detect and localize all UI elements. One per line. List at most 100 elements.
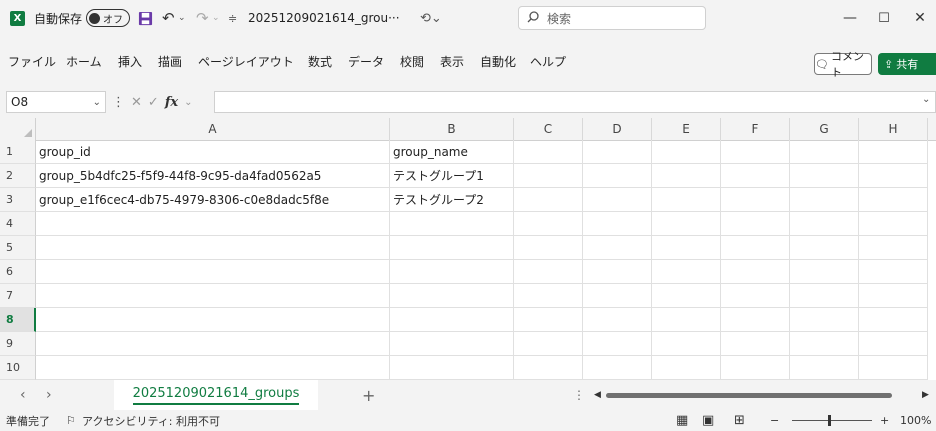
cell-b2[interactable]: テストグループ1 — [390, 164, 514, 188]
column-header-f[interactable]: F — [721, 118, 790, 140]
column-header-d[interactable]: D — [583, 118, 652, 140]
cell-f10[interactable] — [721, 356, 790, 380]
more-options-icon[interactable]: ⋮ — [112, 95, 125, 110]
cell-c8[interactable] — [514, 308, 583, 332]
cell-g1[interactable] — [790, 140, 859, 164]
cell-e5[interactable] — [652, 236, 721, 260]
cell-h4[interactable] — [859, 212, 928, 236]
cell-c10[interactable] — [514, 356, 583, 380]
cell-d6[interactable] — [583, 260, 652, 284]
row-header[interactable]: 7 — [0, 284, 36, 308]
row-header[interactable]: 2 — [0, 164, 36, 188]
zoom-slider-knob[interactable] — [828, 415, 831, 426]
cell-f4[interactable] — [721, 212, 790, 236]
cell-g5[interactable] — [790, 236, 859, 260]
name-box[interactable]: O8 ⌄ — [6, 91, 106, 113]
tab-review[interactable]: 校閲 — [400, 36, 424, 86]
cell-a9[interactable] — [36, 332, 390, 356]
tab-view[interactable]: 表示 — [440, 36, 464, 86]
cell-c6[interactable] — [514, 260, 583, 284]
autosave-toggle[interactable]: オフ — [86, 0, 130, 36]
scroll-right-icon[interactable]: ▶ — [922, 380, 929, 410]
cell-c2[interactable] — [514, 164, 583, 188]
zoom-out-button[interactable]: − — [770, 410, 779, 431]
page-layout-view-icon[interactable]: ▣ — [702, 410, 714, 431]
cell-b7[interactable] — [390, 284, 514, 308]
sheet-next-icon[interactable]: › — [46, 380, 52, 410]
cell-c1[interactable] — [514, 140, 583, 164]
row-header[interactable]: 9 — [0, 332, 36, 356]
cell-c3[interactable] — [514, 188, 583, 212]
cell-e7[interactable] — [652, 284, 721, 308]
select-all-corner[interactable] — [0, 118, 36, 140]
cell-e2[interactable] — [652, 164, 721, 188]
cell-f5[interactable] — [721, 236, 790, 260]
cell-a1[interactable]: group_id — [36, 140, 390, 164]
zoom-level[interactable]: 100% — [900, 410, 931, 431]
cell-g4[interactable] — [790, 212, 859, 236]
save-icon[interactable] — [138, 0, 153, 36]
cell-b1[interactable]: group_name — [390, 140, 514, 164]
cell-e4[interactable] — [652, 212, 721, 236]
cell-g8[interactable] — [790, 308, 859, 332]
cell-h5[interactable] — [859, 236, 928, 260]
insert-function-icon[interactable]: fx — [165, 95, 178, 110]
redo-dropdown-icon[interactable]: ⌄ — [212, 0, 220, 36]
cancel-icon[interactable]: ✕ — [131, 95, 142, 110]
cell-a4[interactable] — [36, 212, 390, 236]
cell-h8[interactable] — [859, 308, 928, 332]
enter-icon[interactable]: ✓ — [148, 95, 159, 110]
share-button[interactable]: ⇪ 共有 — [878, 53, 936, 75]
cell-e8[interactable] — [652, 308, 721, 332]
cell-d8[interactable] — [583, 308, 652, 332]
tab-help[interactable]: ヘルプ — [530, 36, 566, 86]
row-header[interactable]: 3 — [0, 188, 36, 212]
cell-f2[interactable] — [721, 164, 790, 188]
row-header[interactable]: 4 — [0, 212, 36, 236]
row-header[interactable]: 6 — [0, 260, 36, 284]
cell-h7[interactable] — [859, 284, 928, 308]
tab-split-handle[interactable]: ⋮ — [573, 380, 585, 410]
cell-b10[interactable] — [390, 356, 514, 380]
cell-d5[interactable] — [583, 236, 652, 260]
horizontal-scrollbar-thumb[interactable] — [606, 393, 892, 398]
cell-a7[interactable] — [36, 284, 390, 308]
sheet-tab-active[interactable]: 20251209021614_groups — [114, 380, 318, 410]
tab-file[interactable]: ファイル — [8, 36, 56, 86]
cell-d1[interactable] — [583, 140, 652, 164]
tab-page-layout[interactable]: ページレイアウト — [198, 36, 294, 86]
cell-f9[interactable] — [721, 332, 790, 356]
cell-e6[interactable] — [652, 260, 721, 284]
tab-formulas[interactable]: 数式 — [308, 36, 332, 86]
tab-draw[interactable]: 描画 — [158, 36, 182, 86]
cell-a6[interactable] — [36, 260, 390, 284]
maximize-button[interactable]: ☐ — [864, 0, 904, 36]
column-header-e[interactable]: E — [652, 118, 721, 140]
sheet-prev-icon[interactable]: ‹ — [20, 380, 26, 410]
cell-b4[interactable] — [390, 212, 514, 236]
column-header-b[interactable]: B — [390, 118, 514, 140]
column-header-h[interactable]: H — [859, 118, 928, 140]
cell-e1[interactable] — [652, 140, 721, 164]
add-sheet-button[interactable]: + — [362, 380, 375, 410]
cell-c7[interactable] — [514, 284, 583, 308]
column-header-a[interactable]: A — [36, 118, 390, 140]
cell-c9[interactable] — [514, 332, 583, 356]
cell-h10[interactable] — [859, 356, 928, 380]
function-dropdown-icon[interactable]: ⌄ — [184, 97, 192, 108]
redo-icon[interactable]: ↷ — [196, 0, 209, 36]
search-box[interactable]: 検索 — [518, 6, 706, 30]
cell-a3[interactable]: group_e1f6cec4-db75-4979-8306-c0e8dadc5f… — [36, 188, 390, 212]
formula-input[interactable] — [214, 91, 936, 113]
cell-d4[interactable] — [583, 212, 652, 236]
tab-insert[interactable]: 挿入 — [118, 36, 142, 86]
cell-h9[interactable] — [859, 332, 928, 356]
cell-b5[interactable] — [390, 236, 514, 260]
cell-g3[interactable] — [790, 188, 859, 212]
cell-f7[interactable] — [721, 284, 790, 308]
tab-home[interactable]: ホーム — [66, 36, 102, 86]
cell-g2[interactable] — [790, 164, 859, 188]
cell-a8[interactable] — [36, 308, 390, 332]
row-header[interactable]: 10 — [0, 356, 36, 380]
cell-b8[interactable] — [390, 308, 514, 332]
